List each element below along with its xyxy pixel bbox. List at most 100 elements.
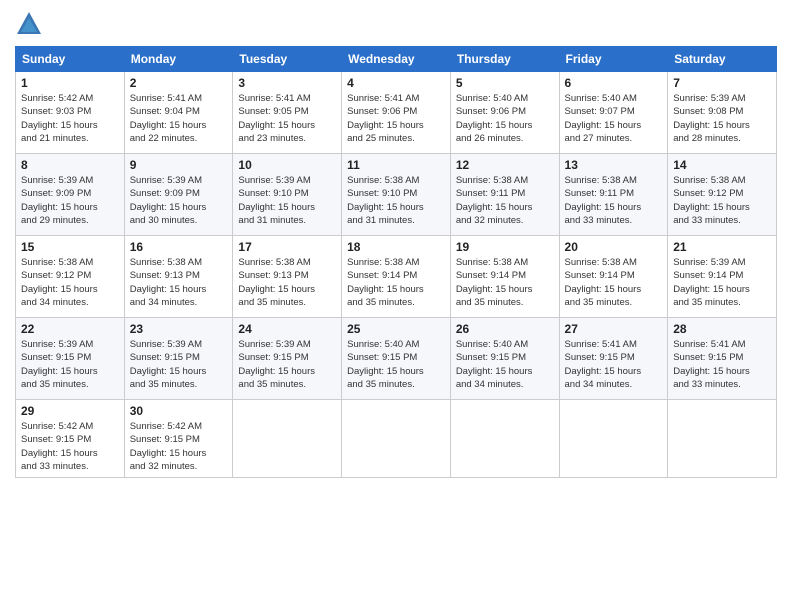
calendar-cell: 9 Sunrise: 5:39 AM Sunset: 9:09 PM Daylig… xyxy=(124,154,233,236)
day-number: 20 xyxy=(565,240,663,254)
day-info: Sunrise: 5:39 AM Sunset: 9:15 PM Dayligh… xyxy=(130,338,228,391)
day-info: Sunrise: 5:42 AM Sunset: 9:15 PM Dayligh… xyxy=(21,420,119,473)
day-info: Sunrise: 5:38 AM Sunset: 9:11 PM Dayligh… xyxy=(565,174,663,227)
day-number: 18 xyxy=(347,240,445,254)
header xyxy=(15,10,777,38)
day-number: 2 xyxy=(130,76,228,90)
day-number: 4 xyxy=(347,76,445,90)
day-info: Sunrise: 5:38 AM Sunset: 9:14 PM Dayligh… xyxy=(565,256,663,309)
day-number: 7 xyxy=(673,76,771,90)
calendar-week-row: 22 Sunrise: 5:39 AM Sunset: 9:15 PM Dayli… xyxy=(16,318,777,400)
calendar-cell: 18 Sunrise: 5:38 AM Sunset: 9:14 PM Dayli… xyxy=(342,236,451,318)
logo-icon xyxy=(15,10,43,38)
calendar-cell: 3 Sunrise: 5:41 AM Sunset: 9:05 PM Daylig… xyxy=(233,72,342,154)
calendar-cell xyxy=(450,400,559,478)
day-number: 26 xyxy=(456,322,554,336)
calendar-week-row: 29 Sunrise: 5:42 AM Sunset: 9:15 PM Dayli… xyxy=(16,400,777,478)
day-info: Sunrise: 5:40 AM Sunset: 9:15 PM Dayligh… xyxy=(456,338,554,391)
calendar-cell: 29 Sunrise: 5:42 AM Sunset: 9:15 PM Dayli… xyxy=(16,400,125,478)
calendar-cell: 5 Sunrise: 5:40 AM Sunset: 9:06 PM Daylig… xyxy=(450,72,559,154)
day-info: Sunrise: 5:39 AM Sunset: 9:14 PM Dayligh… xyxy=(673,256,771,309)
day-info: Sunrise: 5:38 AM Sunset: 9:14 PM Dayligh… xyxy=(347,256,445,309)
day-info: Sunrise: 5:38 AM Sunset: 9:13 PM Dayligh… xyxy=(130,256,228,309)
day-number: 1 xyxy=(21,76,119,90)
calendar-cell xyxy=(342,400,451,478)
calendar-cell: 6 Sunrise: 5:40 AM Sunset: 9:07 PM Daylig… xyxy=(559,72,668,154)
day-info: Sunrise: 5:40 AM Sunset: 9:07 PM Dayligh… xyxy=(565,92,663,145)
calendar-header-row: SundayMondayTuesdayWednesdayThursdayFrid… xyxy=(16,47,777,72)
day-info: Sunrise: 5:41 AM Sunset: 9:05 PM Dayligh… xyxy=(238,92,336,145)
day-info: Sunrise: 5:39 AM Sunset: 9:09 PM Dayligh… xyxy=(21,174,119,227)
weekday-header-sunday: Sunday xyxy=(16,47,125,72)
logo xyxy=(15,10,47,38)
calendar-week-row: 1 Sunrise: 5:42 AM Sunset: 9:03 PM Daylig… xyxy=(16,72,777,154)
day-info: Sunrise: 5:40 AM Sunset: 9:06 PM Dayligh… xyxy=(456,92,554,145)
calendar-cell: 2Sunrise: 5:41 AM Sunset: 9:04 PM Daylig… xyxy=(124,72,233,154)
calendar-cell: 19 Sunrise: 5:38 AM Sunset: 9:14 PM Dayli… xyxy=(450,236,559,318)
weekday-header-thursday: Thursday xyxy=(450,47,559,72)
day-info: Sunrise: 5:42 AM Sunset: 9:03 PM Dayligh… xyxy=(21,92,119,145)
day-info: Sunrise: 5:41 AM Sunset: 9:06 PM Dayligh… xyxy=(347,92,445,145)
day-info: Sunrise: 5:39 AM Sunset: 9:08 PM Dayligh… xyxy=(673,92,771,145)
day-number: 9 xyxy=(130,158,228,172)
day-number: 8 xyxy=(21,158,119,172)
day-number: 14 xyxy=(673,158,771,172)
calendar-cell: 21 Sunrise: 5:39 AM Sunset: 9:14 PM Dayli… xyxy=(668,236,777,318)
day-info: Sunrise: 5:41 AM Sunset: 9:15 PM Dayligh… xyxy=(565,338,663,391)
calendar-cell: 12 Sunrise: 5:38 AM Sunset: 9:11 PM Dayli… xyxy=(450,154,559,236)
calendar-cell xyxy=(668,400,777,478)
calendar-cell: 24Sunrise: 5:39 AM Sunset: 9:15 PM Dayli… xyxy=(233,318,342,400)
day-number: 16 xyxy=(130,240,228,254)
calendar-cell: 26 Sunrise: 5:40 AM Sunset: 9:15 PM Dayli… xyxy=(450,318,559,400)
calendar-cell: 30 Sunrise: 5:42 AM Sunset: 9:15 PM Dayli… xyxy=(124,400,233,478)
day-info: Sunrise: 5:42 AM Sunset: 9:15 PM Dayligh… xyxy=(130,420,228,473)
calendar-cell: 28Sunrise: 5:41 AM Sunset: 9:15 PM Dayli… xyxy=(668,318,777,400)
day-number: 19 xyxy=(456,240,554,254)
day-number: 23 xyxy=(130,322,228,336)
calendar-week-row: 15 Sunrise: 5:38 AM Sunset: 9:12 PM Dayli… xyxy=(16,236,777,318)
day-info: Sunrise: 5:38 AM Sunset: 9:10 PM Dayligh… xyxy=(347,174,445,227)
day-number: 15 xyxy=(21,240,119,254)
weekday-header-wednesday: Wednesday xyxy=(342,47,451,72)
calendar-cell: 17Sunrise: 5:38 AM Sunset: 9:13 PM Dayli… xyxy=(233,236,342,318)
weekday-header-tuesday: Tuesday xyxy=(233,47,342,72)
day-info: Sunrise: 5:38 AM Sunset: 9:12 PM Dayligh… xyxy=(21,256,119,309)
day-number: 29 xyxy=(21,404,119,418)
day-info: Sunrise: 5:39 AM Sunset: 9:15 PM Dayligh… xyxy=(21,338,119,391)
day-info: Sunrise: 5:39 AM Sunset: 9:10 PM Dayligh… xyxy=(238,174,336,227)
calendar-cell: 10 Sunrise: 5:39 AM Sunset: 9:10 PM Dayli… xyxy=(233,154,342,236)
day-info: Sunrise: 5:39 AM Sunset: 9:15 PM Dayligh… xyxy=(238,338,336,391)
calendar-cell: 23 Sunrise: 5:39 AM Sunset: 9:15 PM Dayli… xyxy=(124,318,233,400)
calendar-cell: 16 Sunrise: 5:38 AM Sunset: 9:13 PM Dayli… xyxy=(124,236,233,318)
day-number: 28 xyxy=(673,322,771,336)
day-info: Sunrise: 5:38 AM Sunset: 9:11 PM Dayligh… xyxy=(456,174,554,227)
day-info: Sunrise: 5:38 AM Sunset: 9:14 PM Dayligh… xyxy=(456,256,554,309)
calendar-cell: 25Sunrise: 5:40 AM Sunset: 9:15 PM Dayli… xyxy=(342,318,451,400)
calendar-cell: 4 Sunrise: 5:41 AM Sunset: 9:06 PM Daylig… xyxy=(342,72,451,154)
calendar-table: SundayMondayTuesdayWednesdayThursdayFrid… xyxy=(15,46,777,478)
day-number: 13 xyxy=(565,158,663,172)
day-info: Sunrise: 5:39 AM Sunset: 9:09 PM Dayligh… xyxy=(130,174,228,227)
main-container: SundayMondayTuesdayWednesdayThursdayFrid… xyxy=(0,0,792,488)
day-number: 3 xyxy=(238,76,336,90)
weekday-header-friday: Friday xyxy=(559,47,668,72)
day-number: 30 xyxy=(130,404,228,418)
day-number: 10 xyxy=(238,158,336,172)
calendar-cell: 22 Sunrise: 5:39 AM Sunset: 9:15 PM Dayli… xyxy=(16,318,125,400)
calendar-cell xyxy=(233,400,342,478)
calendar-week-row: 8 Sunrise: 5:39 AM Sunset: 9:09 PM Daylig… xyxy=(16,154,777,236)
calendar-cell: 7 Sunrise: 5:39 AM Sunset: 9:08 PM Daylig… xyxy=(668,72,777,154)
day-number: 5 xyxy=(456,76,554,90)
calendar-cell: 1 Sunrise: 5:42 AM Sunset: 9:03 PM Daylig… xyxy=(16,72,125,154)
calendar-cell: 27Sunrise: 5:41 AM Sunset: 9:15 PM Dayli… xyxy=(559,318,668,400)
day-number: 6 xyxy=(565,76,663,90)
day-number: 17 xyxy=(238,240,336,254)
calendar-cell xyxy=(559,400,668,478)
calendar-cell: 11 Sunrise: 5:38 AM Sunset: 9:10 PM Dayli… xyxy=(342,154,451,236)
calendar-cell: 14Sunrise: 5:38 AM Sunset: 9:12 PM Dayli… xyxy=(668,154,777,236)
day-number: 12 xyxy=(456,158,554,172)
day-number: 22 xyxy=(21,322,119,336)
day-number: 21 xyxy=(673,240,771,254)
day-number: 11 xyxy=(347,158,445,172)
calendar-cell: 8 Sunrise: 5:39 AM Sunset: 9:09 PM Daylig… xyxy=(16,154,125,236)
